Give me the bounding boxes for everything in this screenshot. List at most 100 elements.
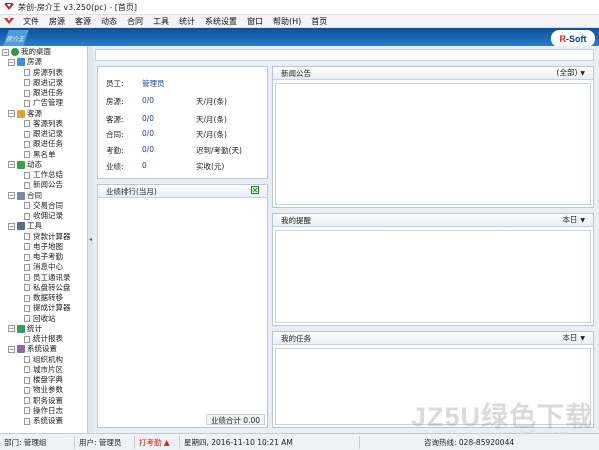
tree-item[interactable]: 私盘转公盘 bbox=[24, 283, 71, 293]
menu-help[interactable]: 帮助(H) bbox=[268, 16, 306, 27]
document-icon bbox=[24, 253, 30, 261]
tree-item-label: 电子考勤 bbox=[33, 252, 63, 261]
tree-item-label: 电子地图 bbox=[33, 241, 63, 251]
collapse-toggle-icon[interactable]: − bbox=[8, 345, 15, 353]
collapse-toggle-icon[interactable]: − bbox=[8, 161, 15, 169]
tasks-filter-dropdown[interactable]: 本日 ▼ bbox=[562, 331, 585, 345]
news-filter-dropdown[interactable]: (全部) ▼ bbox=[557, 66, 585, 80]
tree-group-label: 统计 bbox=[27, 323, 42, 333]
menu-tools[interactable]: 工具 bbox=[148, 16, 174, 27]
window-titlebar: 荣创-房介王 v3.250(pc) - [首页] bbox=[0, 0, 599, 15]
tree-group[interactable]: − 客源 bbox=[8, 109, 42, 119]
menu-app-icon[interactable] bbox=[3, 16, 15, 26]
tree-item-label: 交易合同 bbox=[33, 200, 63, 210]
tree-item[interactable]: 物业参数 bbox=[24, 385, 63, 395]
chevron-down-icon: ▼ bbox=[580, 335, 585, 342]
tree-item[interactable]: 新闻公告 bbox=[24, 180, 63, 190]
tree-group[interactable]: − 统计 bbox=[8, 324, 42, 334]
clock-in-button[interactable]: 打考勤 ▲ bbox=[135, 435, 180, 449]
document-icon bbox=[24, 99, 30, 107]
tree-item[interactable]: 贷款计算器 bbox=[24, 232, 71, 242]
tree-item[interactable]: 广告管理 bbox=[24, 98, 63, 108]
menu-contract[interactable]: 合同 bbox=[122, 16, 148, 27]
tree-item[interactable]: 跟进任务 bbox=[24, 88, 63, 98]
menu-settings[interactable]: 系统设置 bbox=[200, 16, 242, 27]
tree-item[interactable]: 收佣记录 bbox=[24, 211, 63, 221]
tree-item[interactable]: 提成计算器 bbox=[24, 303, 71, 313]
tree-item-label: 新闻公告 bbox=[33, 180, 63, 190]
tree-item[interactable]: 交易合同 bbox=[24, 201, 63, 211]
export-excel-icon[interactable] bbox=[251, 185, 259, 198]
tree-item[interactable]: 电子地图 bbox=[24, 242, 63, 252]
tree-group[interactable]: − 系统设置 bbox=[8, 344, 57, 354]
folder-icon bbox=[17, 160, 25, 169]
tree-item[interactable]: 黑名单 bbox=[24, 150, 56, 160]
tree-item-label: 跟进记录 bbox=[33, 77, 63, 87]
tree-item[interactable]: 跟进记录 bbox=[24, 129, 63, 139]
tree-item[interactable]: 职务设置 bbox=[24, 396, 63, 406]
alert-triangle-icon: ▲ bbox=[163, 437, 170, 447]
ranking-title: 业绩排行(当月) bbox=[106, 186, 157, 196]
collapse-toggle-icon[interactable]: − bbox=[8, 110, 15, 117]
tree-item[interactable]: 跟进记录 bbox=[24, 78, 63, 88]
document-icon bbox=[24, 243, 30, 251]
collapse-toggle-icon[interactable]: − bbox=[8, 222, 15, 230]
tree-item-label: 回收站 bbox=[33, 313, 56, 323]
document-icon bbox=[24, 202, 30, 210]
menu-home[interactable]: 首页 bbox=[306, 16, 332, 27]
tree-item[interactable]: 数据转移 bbox=[24, 293, 63, 303]
tree-item-label: 职务设置 bbox=[33, 395, 63, 405]
tasks-title: 我的任务 bbox=[281, 333, 311, 343]
collapse-toggle-icon[interactable]: − bbox=[8, 325, 15, 333]
tree-item[interactable]: 操作日志 bbox=[24, 406, 63, 416]
rsoft-logo: R -Soft bbox=[551, 30, 595, 47]
menu-window[interactable]: 窗口 bbox=[242, 16, 268, 27]
menu-stats[interactable]: 统计 bbox=[174, 16, 200, 27]
menu-news[interactable]: 动态 bbox=[96, 16, 122, 27]
tree-group-label: 合同 bbox=[27, 190, 42, 200]
ranking-total: 业绩合计 0.00 bbox=[205, 414, 265, 425]
tree-item[interactable]: 回收站 bbox=[24, 314, 56, 324]
tree-item-label: 员工通讯录 bbox=[33, 272, 71, 282]
ranking-total-value: 0.00 bbox=[243, 416, 260, 425]
tree-item[interactable]: 楼盘字典 bbox=[24, 375, 63, 385]
tree-item[interactable]: 房源列表 bbox=[24, 68, 63, 78]
tree-item[interactable]: 系统设置 bbox=[24, 416, 63, 426]
tree-group[interactable]: − 房源 bbox=[8, 57, 42, 67]
tree-item[interactable]: 统计报表 bbox=[24, 334, 63, 344]
status-bar: 部门: 管理组 用户: 管理员 打考勤 ▲ 星期四, 2016-11-10 10… bbox=[0, 433, 599, 450]
menu-file[interactable]: 文件 bbox=[18, 16, 44, 27]
summary-row: 客源: 0/0 天/月(条) bbox=[106, 114, 227, 124]
tree-item[interactable]: 员工通讯录 bbox=[24, 273, 71, 283]
tree-item-label: 跟进记录 bbox=[33, 129, 63, 138]
tree-item[interactable]: 电子考勤 bbox=[24, 252, 63, 262]
news-list bbox=[275, 83, 591, 205]
collapse-toggle-icon[interactable]: − bbox=[8, 192, 15, 199]
menu-property[interactable]: 房源 bbox=[44, 16, 70, 27]
menu-client[interactable]: 客源 bbox=[70, 16, 96, 27]
tree-item[interactable]: 工作总结 bbox=[24, 170, 63, 180]
tree-group[interactable]: − 合同 bbox=[8, 191, 42, 201]
reminders-filter-dropdown[interactable]: 本日 ▼ bbox=[562, 213, 585, 227]
tree-root-desktop[interactable]: − 我的桌面 bbox=[2, 47, 51, 57]
tree-item-label: 贷款计算器 bbox=[33, 231, 71, 241]
tree-group[interactable]: − 动态 bbox=[8, 160, 42, 170]
tree-group-label: 客源 bbox=[27, 108, 42, 118]
tree-item[interactable]: 消息中心 bbox=[24, 262, 63, 272]
app-banner: 房介王 bbox=[0, 28, 599, 46]
globe-icon bbox=[11, 48, 19, 56]
tree-item[interactable]: 跟进任务 bbox=[24, 139, 63, 149]
collapse-toggle-icon[interactable]: − bbox=[2, 48, 9, 56]
reminders-list bbox=[275, 230, 591, 323]
splitter-grip-icon[interactable]: ◂ bbox=[89, 236, 92, 246]
tree-item-label: 私盘转公盘 bbox=[33, 282, 71, 292]
tree-group[interactable]: − 工具 bbox=[8, 221, 42, 231]
tree-item-label: 城市片区 bbox=[33, 364, 63, 374]
tree-item[interactable]: 城市片区 bbox=[24, 365, 63, 375]
tree-item[interactable]: 组织机构 bbox=[24, 355, 63, 365]
app-logo-icon bbox=[3, 2, 15, 12]
tree-item[interactable]: 客源列表 bbox=[24, 119, 63, 129]
document-icon bbox=[24, 294, 30, 302]
document-icon bbox=[24, 386, 30, 394]
collapse-toggle-icon[interactable]: − bbox=[8, 58, 15, 66]
